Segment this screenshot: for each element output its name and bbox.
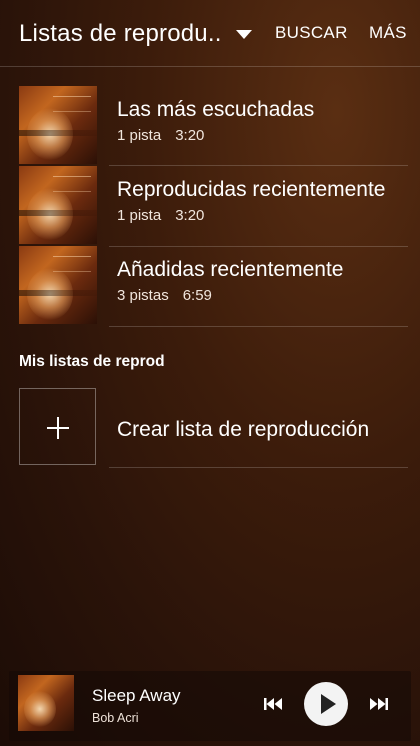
- playlist-duration: 6:59: [182, 287, 212, 304]
- now-playing-artist[interactable]: Bob Acri: [92, 711, 139, 725]
- section-title-my-playlists: Mis listas de reprod: [19, 353, 165, 370]
- more-button[interactable]: MÁS: [369, 23, 407, 43]
- playlist-duration: 3:20: [175, 127, 205, 144]
- album-art-thumbnail: [19, 86, 97, 164]
- create-playlist-box[interactable]: [19, 388, 96, 465]
- playlist-title: Reproducidas recientemente: [117, 178, 386, 201]
- track-count: 1 pista: [117, 207, 162, 224]
- playlist-item-most-played[interactable]: Las más escuchadas 1 pista 3:20: [0, 80, 420, 164]
- playlist-item-recently-added[interactable]: Añadidas recientemente 3 pistas 6:59: [0, 240, 420, 324]
- create-playlist-label[interactable]: Crear lista de reproducción: [117, 418, 369, 442]
- now-playing-title[interactable]: Sleep Away: [92, 686, 181, 706]
- mini-player[interactable]: Sleep Away Bob Acri: [9, 671, 411, 741]
- playlist-meta: 1 pista 3:20: [117, 127, 204, 144]
- top-bar: Listas de reprodu.. BUSCAR MÁS: [0, 0, 420, 67]
- track-count: 1 pista: [117, 127, 162, 144]
- now-playing-album-art[interactable]: [18, 675, 74, 731]
- divider: [109, 467, 408, 468]
- view-selector-dropdown[interactable]: Listas de reprodu..: [19, 20, 252, 48]
- play-icon: [321, 694, 336, 714]
- album-art-thumbnail: [19, 166, 97, 244]
- album-art-thumbnail: [19, 246, 97, 324]
- next-track-icon[interactable]: [367, 692, 391, 716]
- playlist-meta: 1 pista 3:20: [117, 207, 204, 224]
- playlist-duration: 3:20: [175, 207, 205, 224]
- play-button[interactable]: [304, 682, 348, 726]
- previous-track-icon[interactable]: [261, 692, 285, 716]
- divider: [109, 326, 408, 327]
- dropdown-caret-icon: [235, 29, 252, 39]
- playlist-meta: 3 pistas 6:59: [117, 287, 212, 304]
- search-button[interactable]: BUSCAR: [275, 23, 348, 43]
- playlist-title: Las más escuchadas: [117, 98, 315, 121]
- playlist-item-recently-played[interactable]: Reproducidas recientemente 1 pista 3:20: [0, 160, 420, 244]
- page-title: Listas de reprodu..: [19, 20, 222, 47]
- track-count: 3 pistas: [117, 287, 169, 304]
- playlist-title: Añadidas recientemente: [117, 258, 344, 281]
